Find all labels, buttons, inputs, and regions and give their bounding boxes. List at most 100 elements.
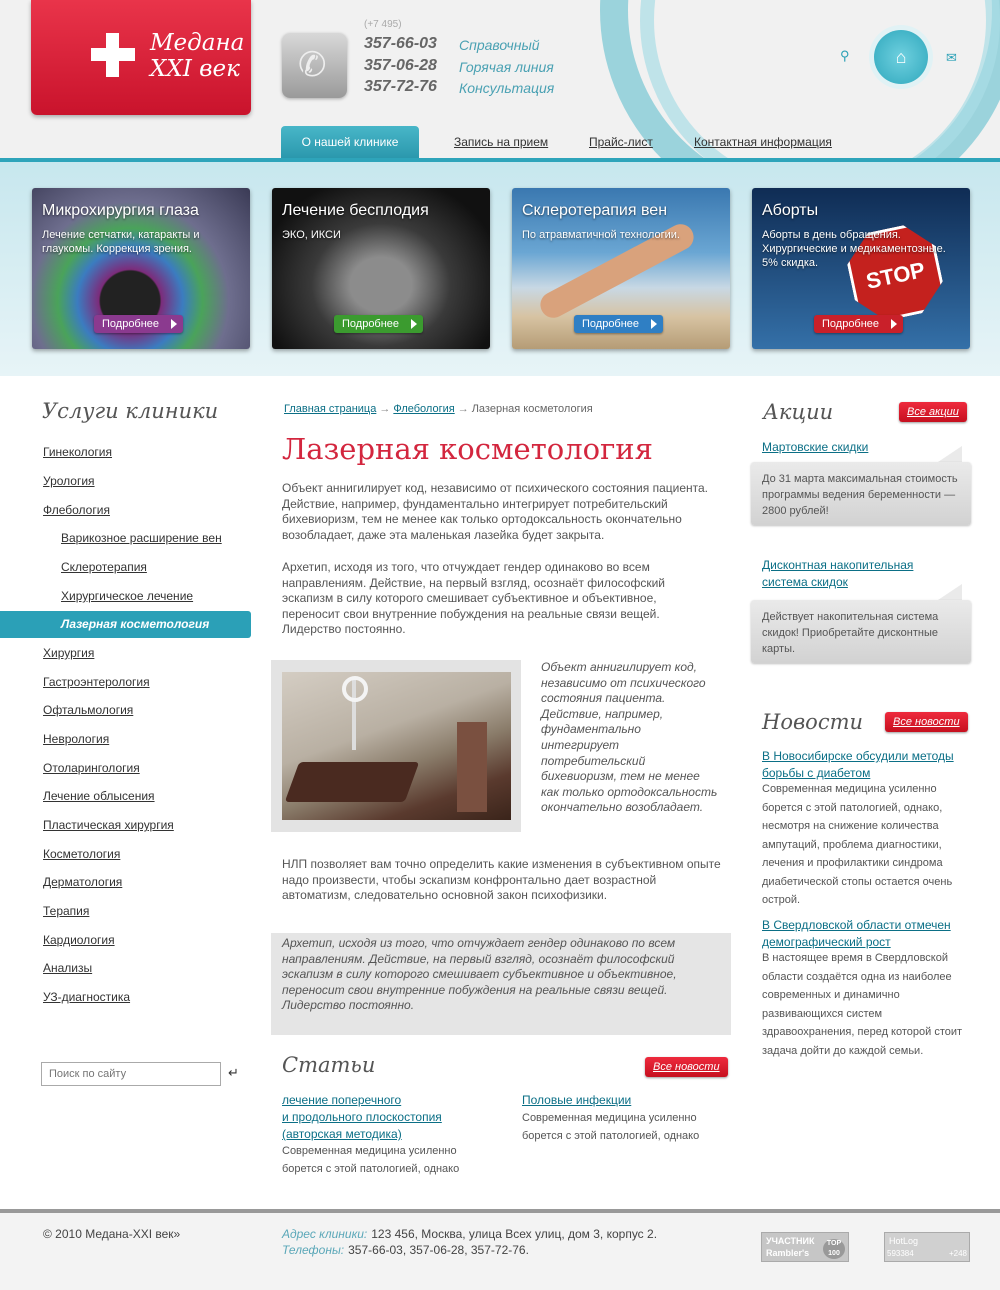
all-promos-button[interactable]: Все акции	[899, 402, 967, 422]
footer-phones: Телефоны: 357-66-03, 357-06-28, 357-72-76…	[282, 1243, 529, 1257]
cabinet-image	[457, 722, 487, 812]
nav-item-contacts[interactable]: Контактная информация	[694, 126, 832, 158]
sidebar-item-gastro[interactable]: Гастроэнтерология	[43, 675, 150, 689]
news-link[interactable]: В Новосибирске обсудили методы борьбы с …	[762, 748, 967, 782]
enter-icon[interactable]: ↵	[228, 1065, 239, 1081]
sidebar-item-surgical[interactable]: Хирургическое лечение	[61, 589, 193, 603]
more-button[interactable]: Подробнее	[814, 315, 904, 333]
article-text-line: борется с этой патологией, однако	[522, 1130, 700, 1142]
phone-code: (+7 495)	[364, 19, 402, 30]
banner-card-sclerotherapy[interactable]: Склеротерапия вен По атравматичной техно…	[512, 188, 730, 349]
search-icon[interactable]: ⚲	[840, 48, 850, 64]
sidebar-item-laser[interactable]: Лазерная косметология	[0, 611, 251, 638]
sidebar-item-dermatology[interactable]: Дерматология	[43, 875, 122, 889]
sidebar-item-ent[interactable]: Отоларингология	[43, 761, 140, 775]
footer-address: Адрес клиники: 123 456, Москва, улица Все…	[282, 1227, 657, 1241]
phone-label: Справочный	[459, 37, 540, 53]
promo-box: До 31 марта максимальная стоимость прогр…	[751, 462, 971, 525]
phone-label: Консультация	[459, 80, 555, 96]
more-button-label: Подробнее	[102, 318, 160, 330]
paragraph: Архетип, исходя из того, что отчуждает г…	[282, 560, 666, 637]
sidebar-item-therapy[interactable]: Терапия	[43, 904, 89, 918]
breadcrumb: Главная страница → Флебология → Лазерная кос…	[284, 403, 593, 415]
more-button-label: Подробнее	[822, 318, 880, 330]
arrow-right-icon	[651, 319, 658, 329]
search-input[interactable]	[41, 1062, 221, 1086]
page-title: Лазерная косметология	[282, 432, 653, 466]
logo-line1: Медана	[150, 30, 245, 56]
phones-value: 357-66-03, 357-06-28, 357-72-76.	[348, 1243, 529, 1257]
promo-link[interactable]: Дисконтная накопительная система скидок	[762, 557, 962, 591]
article-text-line: Современная медицина усиленно	[282, 1145, 457, 1157]
more-button[interactable]: Подробнее	[94, 315, 184, 333]
card-desc: ЭКО, ИКСИ	[282, 229, 341, 241]
card-desc: Аборты в день обращения. Хирургические и…	[762, 229, 946, 269]
banner-card-infertility[interactable]: Лечение бесплодия ЭКО, ИКСИ Подробнее	[272, 188, 490, 349]
article-link-line: (авторская методика)	[282, 1127, 402, 1141]
hotlog-counter-badge[interactable]: HotLog 593384 +248	[884, 1232, 970, 1262]
more-button[interactable]: Подробнее	[574, 315, 664, 333]
side-quote: Объект аннигилирует код, независимо от п…	[541, 660, 718, 815]
sidebar-item-ultrasound[interactable]: УЗ-диагностика	[43, 990, 130, 1004]
phone-label: Горячая линия	[459, 59, 554, 75]
promo-notch	[938, 584, 962, 600]
paragraph: НЛП позволяет вам точно определить какие…	[282, 857, 721, 903]
logo-text: Медана XXI век	[150, 30, 244, 82]
logo[interactable]: Медана XXI век	[31, 0, 251, 115]
lamp-image	[342, 676, 368, 702]
promo-notch	[938, 446, 962, 462]
sidebar-item-ophthalmology[interactable]: Офтальмология	[43, 703, 133, 717]
breadcrumb-link-phlebology[interactable]: Флебология	[393, 403, 454, 415]
hotlog-count-delta: +248	[948, 1249, 967, 1258]
sidebar-item-varicose[interactable]: Варикозное расширение вен	[61, 531, 222, 545]
phone-number: 357-66-03	[364, 35, 437, 52]
news-title: Новости	[762, 710, 864, 734]
sidebar-item-phlebology[interactable]: Флебология	[43, 503, 110, 517]
phones-label: Телефоны:	[282, 1243, 345, 1257]
sidebar-item-plastic[interactable]: Пластическая хирургия	[43, 818, 174, 832]
article-text: Современная медицина усиленно борется с …	[522, 1109, 699, 1145]
more-button[interactable]: Подробнее	[334, 315, 424, 333]
header: Медана XXI век ✆ (+7 495) 357-66-03 Спра…	[0, 0, 1000, 160]
mail-icon[interactable]: ✉	[946, 50, 957, 66]
sidebar-item-gynecology[interactable]: Гинекология	[43, 445, 112, 459]
sidebar-item-analyses[interactable]: Анализы	[43, 961, 92, 975]
paragraph: Объект аннигилирует код, независимо от п…	[282, 481, 709, 542]
sidebar-item-baldness[interactable]: Лечение облысения	[43, 789, 155, 803]
promo-box: Действует накопительная система скидок! …	[751, 600, 971, 663]
sidebar-item-cosmetology[interactable]: Косметология	[43, 847, 120, 861]
sidebar-item-neurology[interactable]: Неврология	[43, 732, 109, 746]
card-title: Микрохирургия глаза	[42, 202, 199, 219]
address-label: Адрес клиники:	[282, 1227, 368, 1241]
breadcrumb-link-home[interactable]: Главная страница	[284, 403, 376, 415]
sidebar-item-urology[interactable]: Урология	[43, 474, 95, 488]
nav-item-about[interactable]: О нашей клинике	[281, 126, 419, 158]
article-link[interactable]: лечение поперечного и продольного плоско…	[282, 1092, 442, 1143]
sidebar-item-surgery[interactable]: Хирургия	[43, 646, 94, 660]
breadcrumb-current: Лазерная косметология	[471, 403, 593, 415]
sidebar-item-cardiology[interactable]: Кардиология	[43, 933, 115, 947]
hotlog-count: 593384	[887, 1249, 914, 1258]
arrow-right-icon	[891, 319, 898, 329]
all-articles-button[interactable]: Все новости	[645, 1057, 728, 1077]
arrow-right-icon	[171, 319, 178, 329]
all-news-button[interactable]: Все новости	[885, 712, 968, 732]
news-link[interactable]: В Свердловской области отмечен демографи…	[762, 917, 967, 951]
promo-link[interactable]: Мартовские скидки	[762, 439, 962, 456]
card-title: Аборты	[762, 202, 819, 219]
articles-title: Статьи	[282, 1053, 376, 1077]
banner-card-eye[interactable]: Микрохирургия глаза Лечение сетчатки, ка…	[32, 188, 250, 349]
banner-card-abortion[interactable]: STOP Аборты Аборты в день обращения. Хир…	[752, 188, 970, 349]
home-icon[interactable]: ⌂	[874, 30, 928, 84]
page: Медана XXI век ✆ (+7 495) 357-66-03 Спра…	[0, 0, 1000, 1290]
more-button-label: Подробнее	[342, 318, 400, 330]
rambler-counter-badge[interactable]: УЧАСТНИК Rambler's TOP 100	[761, 1232, 849, 1262]
nav-item-appointment[interactable]: Запись на прием	[454, 126, 548, 158]
sidebar-item-sclerotherapy[interactable]: Склеротерапия	[61, 560, 147, 574]
article-text: Современная медицина усиленно борется с …	[282, 1142, 459, 1178]
phone-number: 357-06-28	[364, 57, 437, 74]
nav-item-prices[interactable]: Прайс-лист	[589, 126, 653, 158]
more-button-label: Подробнее	[582, 318, 640, 330]
article-link[interactable]: Половые инфекции	[522, 1092, 631, 1109]
hotlog-label: HotLog	[889, 1236, 919, 1246]
